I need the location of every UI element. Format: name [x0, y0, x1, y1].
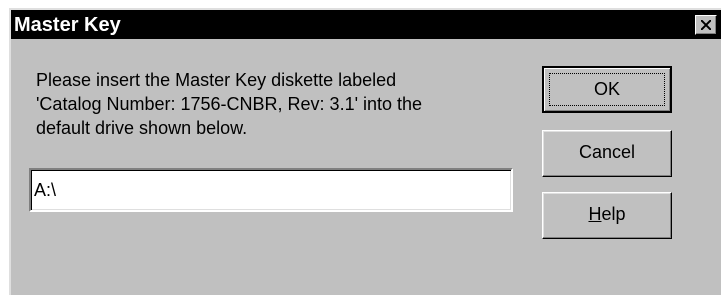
ok-button[interactable]: OK — [542, 66, 672, 113]
drive-path-input[interactable] — [29, 168, 513, 212]
instruction-text: Please insert the Master Key diskette la… — [36, 70, 423, 138]
help-mnemonic: H — [588, 204, 602, 224]
ok-button-label: OK — [593, 79, 620, 99]
help-button-label: elp — [601, 204, 626, 224]
cancel-button[interactable]: Cancel — [542, 130, 672, 177]
title-bar[interactable]: Master Key — [11, 10, 721, 39]
dialog-title: Master Key — [14, 14, 121, 36]
close-icon — [701, 20, 711, 30]
master-key-dialog: Master Key Please insert the Master Key … — [9, 8, 721, 295]
cancel-button-label: Cancel — [578, 142, 636, 162]
close-button[interactable] — [695, 15, 717, 35]
help-button[interactable]: Help — [542, 192, 672, 239]
